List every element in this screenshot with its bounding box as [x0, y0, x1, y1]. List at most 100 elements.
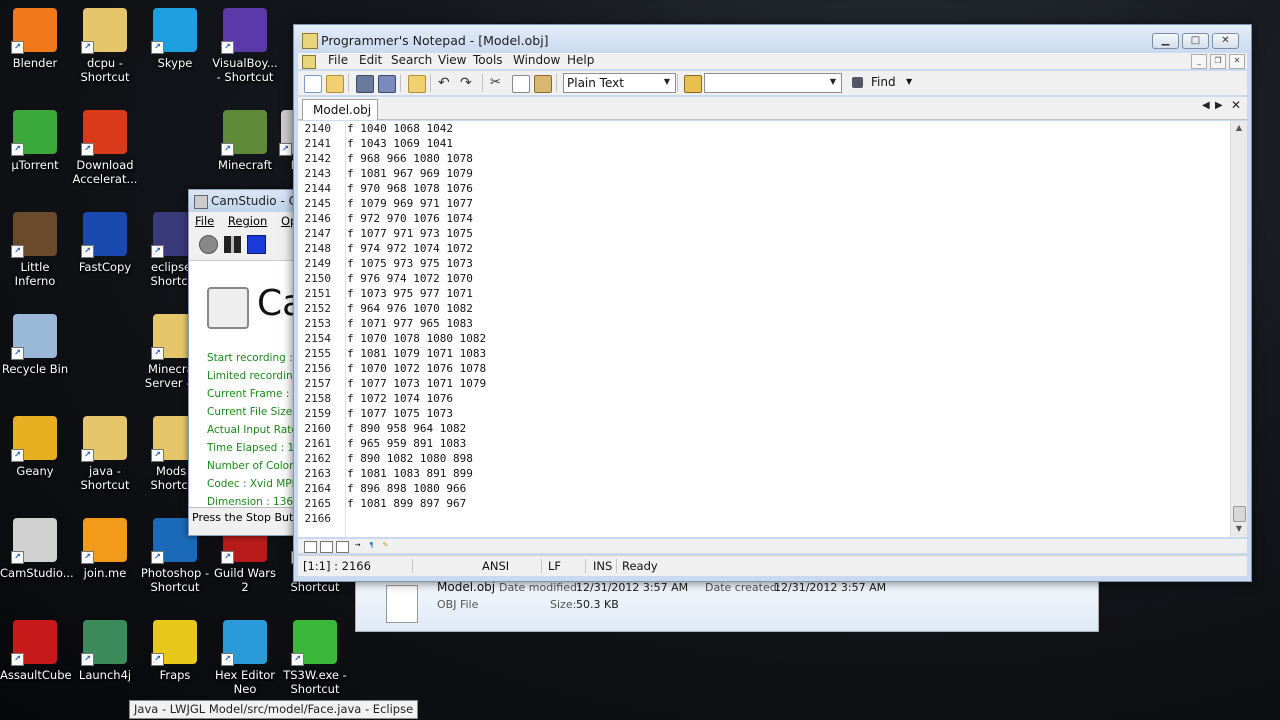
scroll-up-icon[interactable]: ▲ [1231, 121, 1247, 135]
desktop-icon[interactable]: ↗ Blender [0, 8, 70, 70]
programmers-notepad-window[interactable]: Programmer's Notepad - [Model.obj] ▁ □ ✕… [293, 24, 1252, 582]
desktop-icon[interactable]: ↗ µTorrent [0, 110, 70, 172]
code-line[interactable]: 2153 f 1071 977 965 1083 [298, 316, 473, 331]
code-line[interactable]: 2140 f 1040 1068 1042 [298, 121, 453, 136]
find-in-files-icon[interactable] [684, 75, 702, 93]
desktop-icon[interactable]: ↗ Little Inferno [0, 212, 70, 288]
code-line[interactable]: 2165 f 1081 899 897 967 [298, 496, 467, 511]
desktop-icon[interactable]: ↗ FastCopy [70, 212, 140, 274]
find-dropdown-icon[interactable]: ▼ [906, 73, 912, 91]
bookmark-icon[interactable]: ✎ [380, 541, 391, 551]
shortcut-arrow-icon: ↗ [279, 143, 292, 156]
desktop-icon[interactable]: ↗ Hex Editor Neo [210, 620, 280, 696]
notepad-titlebar[interactable]: Programmer's Notepad - [Model.obj] ▁ □ ✕ [294, 25, 1251, 55]
code-line[interactable]: 2166 [298, 511, 332, 526]
code-line[interactable]: 2143 f 1081 967 969 1079 [298, 166, 473, 181]
code-line[interactable]: 2157 f 1077 1073 1071 1079 [298, 376, 487, 391]
code-line[interactable]: 2144 f 970 968 1078 1076 [298, 181, 473, 196]
open-folder-icon[interactable] [408, 75, 426, 93]
code-line[interactable]: 2156 f 1070 1072 1076 1078 [298, 361, 487, 376]
vertical-scrollbar[interactable]: ▲ ▼ [1230, 121, 1247, 537]
code-line[interactable]: 2164 f 896 898 1080 966 [298, 481, 467, 496]
mdi-minimize-button[interactable]: _ [1191, 54, 1207, 69]
scrollbar-thumb[interactable] [1233, 506, 1246, 522]
mdi-restore-button[interactable]: ❐ [1210, 54, 1226, 69]
undo-icon[interactable]: ↶ [438, 75, 454, 91]
mdi-close-button[interactable]: ✕ [1229, 54, 1245, 69]
line-number: 2159 [304, 407, 332, 420]
code-line[interactable]: 2151 f 1073 975 977 1071 [298, 286, 473, 301]
desktop-icon[interactable]: ↗ join.me [70, 518, 140, 580]
code-line[interactable]: 2145 f 1079 969 971 1077 [298, 196, 473, 211]
record-icon[interactable] [199, 234, 218, 254]
code-line[interactable]: 2146 f 972 970 1076 1074 [298, 211, 473, 226]
view-mode-icon[interactable] [304, 541, 317, 553]
desktop-icon[interactable]: ↗ Fraps [140, 620, 210, 682]
arrow-icon[interactable]: → [352, 541, 363, 551]
code-line[interactable]: 2158 f 1072 1074 1076 [298, 391, 453, 406]
code-line[interactable]: 2161 f 965 959 891 1083 [298, 436, 467, 451]
desktop-icon[interactable]: ↗ AssaultCube [0, 620, 72, 682]
open-file-icon[interactable] [326, 75, 344, 93]
tab-scroll-left-icon[interactable]: ◀ [1202, 100, 1210, 111]
tab-model-obj[interactable]: Model.obj [302, 99, 379, 120]
code-line[interactable]: 2150 f 976 974 1072 1070 [298, 271, 473, 286]
paste-icon[interactable] [534, 75, 552, 93]
close-button[interactable]: ✕ [1212, 33, 1239, 49]
menu-window[interactable]: Window [513, 53, 560, 67]
copy-icon[interactable] [512, 75, 530, 93]
minimize-button[interactable]: ▁ [1152, 33, 1179, 49]
desktop-icon[interactable]: ↗ TS3W.exe - Shortcut [280, 620, 350, 696]
stop-icon[interactable] [247, 234, 266, 254]
code-line[interactable]: 2154 f 1070 1078 1080 1082 [298, 331, 487, 346]
desktop-icon[interactable]: ↗ VisualBoy... - Shortcut [210, 8, 280, 84]
camstudio-menu-region[interactable]: Region [228, 214, 267, 228]
code-line[interactable]: 2142 f 968 966 1080 1078 [298, 151, 473, 166]
camstudio-titlebar[interactable]: CamStudio - Cus [189, 190, 309, 212]
save-all-icon[interactable] [378, 75, 396, 93]
code-line[interactable]: 2148 f 974 972 1074 1072 [298, 241, 473, 256]
desktop-icon[interactable]: ↗ CamStudio... [0, 518, 74, 580]
text-editor[interactable]: 2140 f 1040 1068 1042 2141 f 1043 1069 1041… [298, 121, 1247, 537]
desktop-icon[interactable]: ↗ java - Shortcut [70, 416, 140, 492]
desktop-icon[interactable]: ↗ dcpu - Shortcut [70, 8, 140, 84]
scroll-down-icon[interactable]: ▼ [1231, 522, 1247, 536]
desktop-icon[interactable]: ↗ Launch4j [70, 620, 140, 682]
save-icon[interactable] [356, 75, 374, 93]
menu-search[interactable]: Search [391, 53, 432, 67]
new-file-icon[interactable] [304, 75, 322, 93]
code-line[interactable]: 2149 f 1075 973 975 1073 [298, 256, 473, 271]
find-button[interactable]: Find [871, 73, 896, 91]
maximize-button[interactable]: □ [1182, 33, 1209, 49]
code-line[interactable]: 2147 f 1077 971 973 1075 [298, 226, 473, 241]
line-number: 2141 [304, 137, 332, 150]
code-line[interactable]: 2160 f 890 958 964 1082 [298, 421, 467, 436]
code-line[interactable]: 2141 f 1043 1069 1041 [298, 136, 453, 151]
find-input[interactable]: ▼ [704, 73, 842, 93]
redo-icon[interactable]: ↷ [460, 75, 476, 91]
desktop-icon[interactable]: ↗ Skype [140, 8, 210, 70]
split-view-icon[interactable] [336, 541, 349, 553]
scheme-select[interactable]: Plain Text ▼ [563, 73, 676, 93]
desktop-icon[interactable]: ↗ Download Accelerat... [70, 110, 140, 186]
cut-icon[interactable]: ✂ [490, 75, 506, 91]
menu-view[interactable]: View [438, 53, 466, 67]
code-line[interactable]: 2155 f 1081 1079 1071 1083 [298, 346, 487, 361]
code-line[interactable]: 2162 f 890 1082 1080 898 [298, 451, 473, 466]
menu-file[interactable]: File [328, 53, 348, 67]
camstudio-menu-file[interactable]: File [195, 214, 214, 228]
pause-icon[interactable] [224, 235, 241, 253]
menu-tools[interactable]: Tools [473, 53, 503, 67]
tab-scroll-right-icon[interactable]: ▶ [1215, 100, 1223, 111]
desktop-icon[interactable]: ↗ Geany [0, 416, 70, 478]
tab-close-icon[interactable]: ✕ [1231, 98, 1241, 112]
code-line[interactable]: 2159 f 1077 1075 1073 [298, 406, 453, 421]
camstudio-window[interactable]: CamStudio - Cus File Region Opt Ca Start… [188, 189, 310, 536]
desktop-icon[interactable]: ↗ Recycle Bin [0, 314, 70, 376]
code-line[interactable]: 2152 f 964 976 1070 1082 [298, 301, 473, 316]
code-line[interactable]: 2163 f 1081 1083 891 899 [298, 466, 473, 481]
menu-help[interactable]: Help [567, 53, 594, 67]
menu-edit[interactable]: Edit [359, 53, 382, 67]
pilcrow-icon[interactable]: ¶ [366, 541, 377, 551]
word-wrap-icon[interactable] [320, 541, 333, 553]
